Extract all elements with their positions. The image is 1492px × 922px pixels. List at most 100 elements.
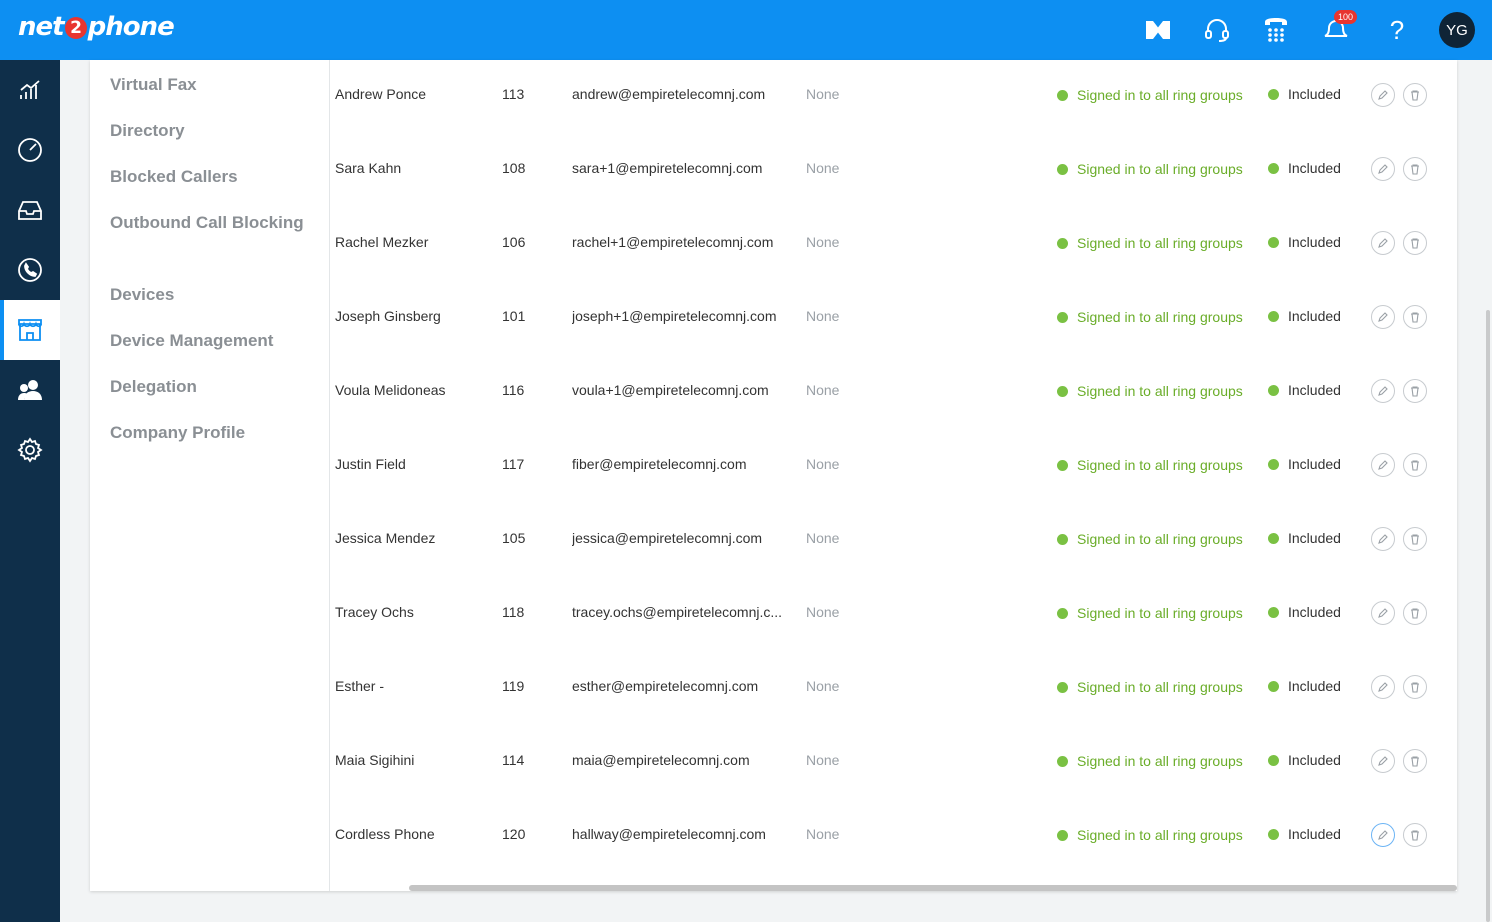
user-device: None bbox=[806, 234, 840, 250]
table-row[interactable]: Rachel Mezker 106 rachel+1@empiretelecom… bbox=[331, 208, 1457, 282]
logo-text-post: phone bbox=[87, 12, 175, 42]
delete-button[interactable] bbox=[1403, 823, 1427, 847]
delete-button[interactable] bbox=[1403, 675, 1427, 699]
user-name[interactable]: Maia Sigihini bbox=[335, 752, 414, 768]
vertical-scrollbar[interactable] bbox=[1486, 310, 1490, 922]
plan-dot bbox=[1268, 311, 1279, 322]
rail-users[interactable] bbox=[0, 360, 60, 420]
user-extension: 114 bbox=[502, 752, 525, 768]
user-name[interactable]: Justin Field bbox=[335, 456, 406, 472]
delete-button[interactable] bbox=[1403, 453, 1427, 477]
plan-status-text: Included bbox=[1288, 86, 1341, 102]
table-row[interactable]: Andrew Ponce 113 andrew@empiretelecomnj.… bbox=[331, 60, 1457, 134]
delete-button[interactable] bbox=[1403, 601, 1427, 625]
table-row[interactable]: Cordless Phone 120 hallway@empiretelecom… bbox=[331, 800, 1457, 874]
edit-button[interactable] bbox=[1371, 675, 1395, 699]
rail-analytics[interactable] bbox=[0, 60, 60, 120]
delete-button[interactable] bbox=[1403, 305, 1427, 329]
table-row[interactable]: Esther - 119 esther@empiretelecomnj.com … bbox=[331, 652, 1457, 726]
subnav-delegation[interactable]: Delegation bbox=[110, 374, 310, 400]
status-dot bbox=[1057, 386, 1068, 397]
edit-button[interactable] bbox=[1371, 157, 1395, 181]
pencil-icon bbox=[1378, 756, 1388, 766]
table-row[interactable]: Joseph Ginsberg 101 joseph+1@empiretelec… bbox=[331, 282, 1457, 356]
delete-button[interactable] bbox=[1403, 379, 1427, 403]
user-email: hallway@empiretelecomnj.com bbox=[572, 826, 766, 842]
edit-button[interactable] bbox=[1371, 453, 1395, 477]
table-row[interactable]: Maia Sigihini 114 maia@empiretelecomnj.c… bbox=[331, 726, 1457, 800]
edit-button[interactable] bbox=[1371, 527, 1395, 551]
user-avatar[interactable]: YG bbox=[1439, 12, 1475, 48]
edit-button[interactable] bbox=[1371, 379, 1395, 403]
subnav-device-management[interactable]: Device Management bbox=[110, 328, 310, 354]
delete-button[interactable] bbox=[1403, 157, 1427, 181]
trash-icon bbox=[1411, 460, 1419, 471]
plan-status-text: Included bbox=[1288, 530, 1341, 546]
plan-status-text: Included bbox=[1288, 826, 1341, 842]
user-name[interactable]: Andrew Ponce bbox=[335, 86, 426, 102]
rail-phone[interactable] bbox=[0, 240, 60, 300]
user-name[interactable]: Jessica Mendez bbox=[335, 530, 435, 546]
user-name[interactable]: Esther - bbox=[335, 678, 384, 694]
ring-group-status-text: Signed in to all ring groups bbox=[1077, 531, 1243, 547]
user-name[interactable]: Tracey Ochs bbox=[335, 604, 414, 620]
rail-inbox[interactable] bbox=[0, 180, 60, 240]
rail-settings[interactable] bbox=[0, 420, 60, 480]
table-row[interactable]: Justin Field 117 fiber@empiretelecomnj.c… bbox=[331, 430, 1457, 504]
user-email: sara+1@empiretelecomnj.com bbox=[572, 160, 763, 176]
table-row[interactable]: Jessica Mendez 105 jessica@empiretelecom… bbox=[331, 504, 1457, 578]
subnav-directory[interactable]: Directory bbox=[110, 118, 310, 144]
trash-icon bbox=[1411, 312, 1419, 323]
user-extension: 108 bbox=[502, 160, 526, 176]
edit-button[interactable] bbox=[1371, 231, 1395, 255]
phone-keypad-icon[interactable] bbox=[1260, 14, 1292, 46]
rail-store[interactable] bbox=[0, 300, 60, 360]
user-name[interactable]: Voula Melidoneas bbox=[335, 382, 446, 398]
notifications-icon[interactable]: 100 bbox=[1320, 10, 1358, 46]
user-name[interactable]: Rachel Mezker bbox=[335, 234, 428, 250]
plan-dot bbox=[1268, 681, 1279, 692]
pencil-icon bbox=[1378, 682, 1388, 692]
edit-button[interactable] bbox=[1371, 749, 1395, 773]
horizontal-scrollbar[interactable] bbox=[409, 885, 1457, 891]
table-row[interactable]: Sara Kahn 108 sara+1@empiretelecomnj.com… bbox=[331, 134, 1457, 208]
support-headset-icon[interactable] bbox=[1201, 14, 1233, 46]
rail-dashboard[interactable] bbox=[0, 120, 60, 180]
help-icon[interactable]: ? bbox=[1381, 14, 1413, 46]
status-dot bbox=[1057, 164, 1068, 175]
plan-status: Included bbox=[1268, 530, 1341, 546]
subnav-company-profile[interactable]: Company Profile bbox=[110, 420, 310, 446]
user-email: jessica@empiretelecomnj.com bbox=[572, 530, 763, 546]
edit-button[interactable] bbox=[1371, 305, 1395, 329]
subnav-devices[interactable]: Devices bbox=[110, 282, 310, 308]
user-name[interactable]: Joseph Ginsberg bbox=[335, 308, 441, 324]
edit-button[interactable] bbox=[1371, 823, 1395, 847]
status-dot bbox=[1057, 756, 1068, 767]
plan-status: Included bbox=[1268, 234, 1341, 250]
status-dot bbox=[1057, 460, 1068, 471]
edit-button[interactable] bbox=[1371, 83, 1395, 107]
user-device: None bbox=[806, 160, 840, 176]
plan-status: Included bbox=[1268, 308, 1341, 324]
delete-button[interactable] bbox=[1403, 527, 1427, 551]
ring-group-status-text: Signed in to all ring groups bbox=[1077, 827, 1243, 843]
ring-group-status-text: Signed in to all ring groups bbox=[1077, 161, 1243, 177]
user-name[interactable]: Cordless Phone bbox=[335, 826, 435, 842]
pencil-icon bbox=[1378, 90, 1388, 100]
delete-button[interactable] bbox=[1403, 231, 1427, 255]
subnav-virtual-fax[interactable]: Virtual Fax bbox=[110, 72, 310, 98]
ring-group-status-text: Signed in to all ring groups bbox=[1077, 87, 1243, 103]
status-dot bbox=[1057, 682, 1068, 693]
plan-status-text: Included bbox=[1288, 308, 1341, 324]
trash-icon bbox=[1411, 682, 1419, 693]
net2phone-logo[interactable]: net 2 phone bbox=[18, 12, 175, 42]
table-row[interactable]: Voula Melidoneas 116 voula+1@empiretelec… bbox=[331, 356, 1457, 430]
subnav-blocked-callers[interactable]: Blocked Callers bbox=[110, 164, 310, 190]
edit-button[interactable] bbox=[1371, 601, 1395, 625]
table-row[interactable]: Tracey Ochs 118 tracey.ochs@empireteleco… bbox=[331, 578, 1457, 652]
user-name[interactable]: Sara Kahn bbox=[335, 160, 401, 176]
delete-button[interactable] bbox=[1403, 83, 1427, 107]
delete-button[interactable] bbox=[1403, 749, 1427, 773]
subnav-outbound-call-blocking[interactable]: Outbound Call Blocking bbox=[110, 210, 310, 236]
meeting-icon[interactable] bbox=[1142, 14, 1174, 46]
